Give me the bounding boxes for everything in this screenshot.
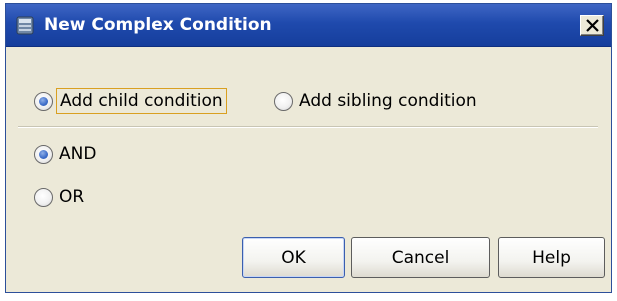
radio-button-unchecked[interactable] [34, 187, 53, 207]
dialog-title: New Complex Condition [44, 15, 272, 35]
radio-add-child-condition[interactable]: Add child condition [34, 87, 227, 115]
radio-add-sibling-condition[interactable]: Add sibling condition [274, 87, 477, 115]
radio-or[interactable]: OR [34, 183, 84, 211]
ok-button[interactable]: OK [242, 237, 345, 278]
cancel-button[interactable]: Cancel [351, 237, 490, 278]
radio-button-checked[interactable] [34, 91, 53, 111]
app-icon [16, 15, 34, 35]
radio-button-unchecked[interactable] [274, 91, 293, 111]
close-button[interactable] [580, 15, 604, 36]
radio-label-add-child: Add child condition [56, 88, 227, 114]
radio-label-and: AND [59, 144, 97, 164]
close-icon [586, 19, 599, 32]
new-complex-condition-dialog: New Complex Condition Add child conditio… [5, 3, 612, 293]
title-bar[interactable]: New Complex Condition [6, 4, 611, 47]
radio-and[interactable]: AND [34, 140, 96, 168]
separator [18, 126, 598, 128]
radio-label-or: OR [59, 187, 85, 207]
help-button[interactable]: Help [498, 237, 605, 278]
radio-label-add-sibling: Add sibling condition [299, 91, 477, 111]
radio-button-checked[interactable] [34, 144, 53, 164]
